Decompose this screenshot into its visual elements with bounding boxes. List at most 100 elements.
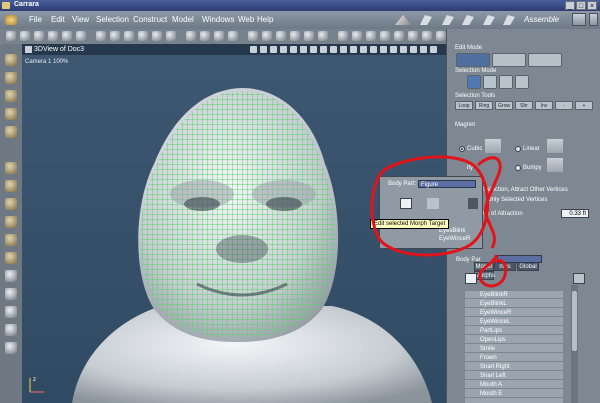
morph-list-scrollbar[interactable]: [571, 285, 578, 403]
list-item[interactable]: EyeWinceR: [465, 309, 563, 317]
assemble-room-icon[interactable]: [395, 15, 411, 25]
figure-tool-icon[interactable]: [248, 31, 258, 41]
select-edge-button[interactable]: [483, 75, 497, 89]
texture-room-icon[interactable]: [462, 15, 474, 25]
plane-tool-icon[interactable]: [166, 31, 176, 41]
edit-mode-button[interactable]: [492, 53, 526, 67]
bulb-tool-icon[interactable]: [214, 31, 224, 41]
edit-mode-button[interactable]: [528, 53, 562, 67]
tool-invert-button[interactable]: Inv: [535, 101, 553, 110]
zoom-icon[interactable]: [5, 306, 17, 318]
plant-tool-icon[interactable]: [276, 31, 286, 41]
menu-construct[interactable]: Construct: [133, 15, 167, 24]
menu-view[interactable]: View: [72, 15, 89, 24]
edit-morph-target-button[interactable]: [400, 198, 412, 209]
list-item[interactable]: Frown: [465, 354, 563, 362]
marquee-icon[interactable]: [5, 324, 17, 336]
morph-options-button[interactable]: [573, 273, 585, 284]
select-vertex-button[interactable]: [467, 75, 481, 89]
minimize-button[interactable]: _: [565, 1, 575, 10]
cylinder-tool-icon[interactable]: [124, 31, 134, 41]
list-item[interactable]: Mouth A: [465, 381, 563, 389]
camera-tool-icon[interactable]: [200, 31, 210, 41]
inflate-icon[interactable]: [5, 252, 17, 264]
tool-grow-button[interactable]: Grow: [495, 101, 513, 110]
zoom-tool-icon[interactable]: [76, 31, 86, 41]
pan-icon[interactable]: [5, 216, 17, 228]
tool-shrink-button[interactable]: Shr: [515, 101, 533, 110]
morph-body-part-dropdown[interactable]: [497, 255, 542, 263]
edit-morph-button[interactable]: [465, 273, 477, 284]
props-tool-icon[interactable]: [380, 31, 390, 41]
cloud-tool-icon[interactable]: [422, 31, 432, 41]
list-item[interactable]: EyeWinceL: [465, 318, 563, 326]
arrow-tool-icon[interactable]: [5, 54, 17, 66]
bend-icon[interactable]: [5, 126, 17, 138]
maximize-button[interactable]: □: [576, 1, 586, 10]
sky-tool-icon[interactable]: [408, 31, 418, 41]
cube-tool-icon[interactable]: [110, 31, 120, 41]
menu-model[interactable]: Model: [172, 15, 194, 24]
box-tool-icon[interactable]: [394, 31, 404, 41]
vertex-tool-icon[interactable]: [304, 31, 314, 41]
edit-mode-button[interactable]: [456, 53, 490, 67]
tool-minus-button[interactable]: -: [555, 101, 573, 110]
preview-tool-icon[interactable]: [352, 31, 362, 41]
menu-selection[interactable]: Selection: [96, 15, 129, 24]
popup-list-item[interactable]: EyeWinceR: [439, 236, 470, 242]
menu-web[interactable]: Web: [238, 15, 254, 24]
terrain-tool-icon[interactable]: [262, 31, 272, 41]
cone-tool-icon[interactable]: [138, 31, 148, 41]
trash-icon[interactable]: [468, 198, 478, 209]
tool-plus-button[interactable]: +: [575, 101, 593, 110]
snapshot-tool-icon[interactable]: [366, 31, 376, 41]
grab-icon[interactable]: [5, 162, 17, 174]
light-tool-icon[interactable]: [186, 31, 196, 41]
radius-input[interactable]: 0.33 ft: [561, 209, 589, 218]
select-face-button[interactable]: [499, 75, 513, 89]
model-room-icon[interactable]: [420, 15, 432, 25]
move-icon[interactable]: [5, 72, 17, 84]
scale-tool-icon[interactable]: [48, 31, 58, 41]
tool-loop-button[interactable]: Loop: [455, 101, 473, 110]
tool-ring-button[interactable]: Ring: [475, 101, 493, 110]
water-tool-icon[interactable]: [436, 31, 446, 41]
lasso-icon[interactable]: [5, 342, 17, 354]
body-part-dropdown[interactable]: Figure: [418, 180, 476, 188]
render-room-icon[interactable]: [483, 15, 495, 25]
spot-tool-icon[interactable]: [228, 31, 238, 41]
text-tool-icon[interactable]: [290, 31, 300, 41]
animation-room-icon[interactable]: [503, 15, 515, 25]
torus-tool-icon[interactable]: [152, 31, 162, 41]
magnet-linear-radio[interactable]: [515, 146, 521, 152]
tab-morph[interactable]: Morph: [474, 262, 494, 271]
rotate-icon[interactable]: [5, 90, 17, 102]
tab-global[interactable]: Global: [517, 262, 539, 271]
camera-icon[interactable]: [5, 270, 17, 282]
close-button[interactable]: ×: [587, 1, 597, 10]
list-item[interactable]: Smile: [465, 345, 563, 353]
spline-tool-icon[interactable]: [318, 31, 328, 41]
move-tool-icon[interactable]: [20, 31, 30, 41]
storyboard-room-icon[interactable]: [442, 15, 454, 25]
list-item[interactable]: Snarl Right: [465, 363, 563, 371]
list-item[interactable]: Snarl Left: [465, 372, 563, 380]
magnet-cubic-radio[interactable]: [459, 146, 465, 152]
scale-icon[interactable]: [5, 108, 17, 120]
tab-frames[interactable]: mes: [494, 262, 516, 271]
render-tool-icon[interactable]: [338, 31, 348, 41]
list-item[interactable]: PartLips: [465, 327, 563, 335]
select-object-button[interactable]: [515, 75, 529, 89]
menu-edit[interactable]: Edit: [51, 15, 65, 24]
rotate-tool-icon[interactable]: [34, 31, 44, 41]
menu-help[interactable]: Help: [257, 15, 273, 24]
magnet-bumpy-radio[interactable]: [515, 165, 521, 171]
hand-tool-icon[interactable]: [62, 31, 72, 41]
close-room-icon[interactable]: [589, 13, 598, 26]
add-morph-button[interactable]: [427, 198, 439, 209]
smooth-icon[interactable]: [5, 234, 17, 246]
list-item[interactable]: Mouth E: [465, 390, 563, 398]
app-menu-icon[interactable]: [5, 15, 17, 25]
menu-windows[interactable]: Windows: [202, 15, 234, 24]
select-tool-icon[interactable]: [6, 31, 16, 41]
